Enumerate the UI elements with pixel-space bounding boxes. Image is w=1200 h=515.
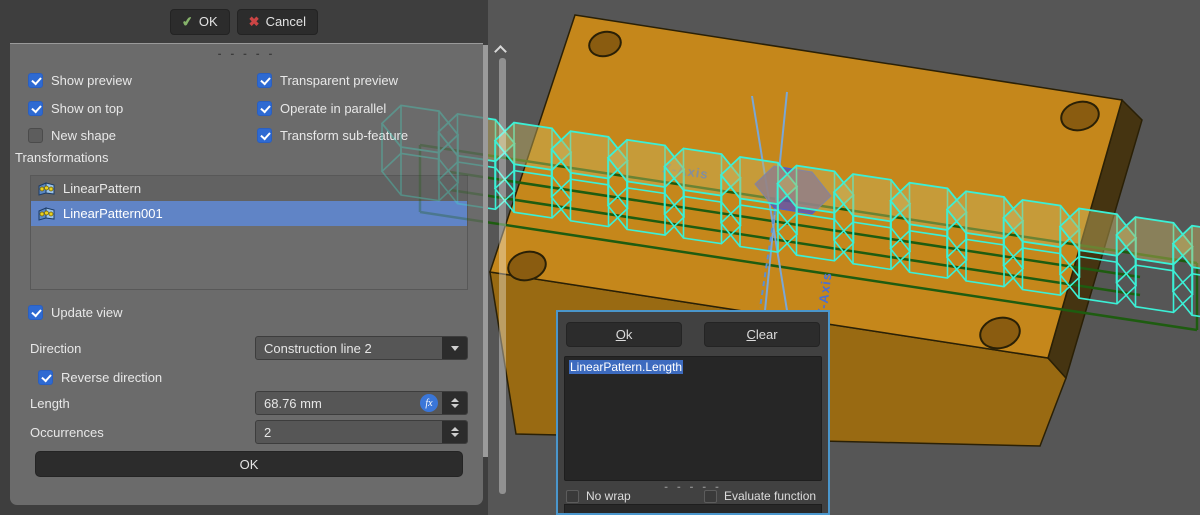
operate-in-parallel-row: Operate in parallel (257, 100, 386, 117)
transparent-preview-label: Transparent preview (280, 73, 398, 88)
expression-fx-icon[interactable]: fx (420, 394, 438, 412)
linear-pattern-icon (38, 181, 55, 196)
show-on-top-checkbox[interactable] (28, 101, 43, 116)
show-on-top-label: Show on top (51, 101, 123, 116)
transform-subfeature-checkbox[interactable] (257, 128, 272, 143)
cancel-x-icon: ✖ (249, 14, 260, 30)
spin-down-icon (451, 404, 459, 408)
cancel-button-label: Cancel (266, 14, 306, 29)
no-wrap-row: No wrap (566, 489, 631, 503)
ok-button-label: OK (199, 14, 218, 29)
linear-pattern-icon (38, 206, 55, 221)
spin-down-icon (451, 433, 459, 437)
popup-ok-button[interactable]: Ok (566, 322, 682, 347)
task-panel-area: ✔ OK ✖ Cancel - - - - - Show preview Tra… (0, 0, 488, 515)
list-item-linearpattern001[interactable]: LinearPattern001 (31, 201, 467, 226)
spin-up-icon (451, 398, 459, 402)
direction-combobox[interactable]: Construction line 2 (255, 336, 468, 360)
update-view-label: Update view (51, 305, 123, 320)
list-item-label: LinearPattern001 (63, 206, 163, 221)
evaluate-function-label: Evaluate function (724, 489, 816, 503)
new-shape-checkbox[interactable] (28, 128, 43, 143)
scroll-up-arrow-icon[interactable] (494, 44, 508, 56)
new-shape-row: New shape (28, 127, 116, 144)
update-view-checkbox[interactable] (28, 305, 43, 320)
popup-clear-button[interactable]: Clear (704, 322, 820, 347)
cancel-button[interactable]: ✖ Cancel (237, 9, 318, 35)
occurrences-input[interactable]: 2 (255, 420, 468, 444)
task-dialog-buttons: ✔ OK ✖ Cancel (0, 0, 488, 43)
operate-in-parallel-checkbox[interactable] (257, 101, 272, 116)
reverse-direction-row: Reverse direction (38, 369, 162, 386)
transparent-preview-checkbox[interactable] (257, 73, 272, 88)
update-view-row: Update view (28, 304, 123, 321)
length-label: Length (30, 396, 70, 411)
expression-selected-text: LinearPattern.Length (569, 360, 683, 374)
length-input[interactable]: 68.76 mm fx (255, 391, 468, 415)
ok-button[interactable]: ✔ OK (170, 9, 230, 35)
popup-result-area (564, 504, 822, 513)
chevron-down-icon (451, 346, 459, 351)
transform-subfeature-row: Transform sub-feature (257, 127, 408, 144)
spin-up-icon (451, 427, 459, 431)
length-spinner[interactable] (442, 392, 467, 414)
transform-subfeature-label: Transform sub-feature (280, 128, 408, 143)
show-preview-label: Show preview (51, 73, 132, 88)
operate-in-parallel-label: Operate in parallel (280, 101, 386, 116)
reverse-direction-label: Reverse direction (61, 370, 162, 385)
panel-scrollbar[interactable] (483, 45, 488, 457)
popup-ok-label: Ok (616, 327, 633, 342)
evaluate-function-checkbox[interactable] (704, 490, 717, 503)
no-wrap-label: No wrap (586, 489, 631, 503)
reverse-direction-checkbox[interactable] (38, 370, 53, 385)
linear-pattern-task-panel: - - - - - Show preview Transparent previ… (10, 43, 483, 505)
expression-text-area[interactable]: LinearPattern.Length (564, 356, 822, 481)
direction-label: Direction (30, 341, 81, 356)
transformations-list[interactable]: LinearPattern LinearPattern001 (30, 175, 468, 290)
freecad-window: X-AxisY-Axis ✔ OK ✖ Cancel - - - - - Sho… (0, 0, 1200, 515)
occurrences-value: 2 (256, 425, 442, 440)
evaluate-function-row: Evaluate function (704, 489, 816, 503)
show-preview-row: Show preview (28, 72, 132, 89)
list-item-label: LinearPattern (63, 181, 141, 196)
expression-editor-popup: Ok Clear LinearPattern.Length - - - - - … (556, 310, 830, 515)
length-value: 68.76 mm (256, 396, 420, 411)
new-shape-label: New shape (51, 128, 116, 143)
splitter-handle[interactable]: - - - - - (218, 48, 276, 60)
transparent-preview-row: Transparent preview (257, 72, 398, 89)
popup-clear-label: Clear (746, 327, 777, 342)
show-preview-checkbox[interactable] (28, 73, 43, 88)
no-wrap-checkbox[interactable] (566, 490, 579, 503)
overlay-scrollbar-thumb[interactable] (499, 58, 506, 494)
show-on-top-row: Show on top (28, 100, 123, 117)
direction-value: Construction line 2 (256, 341, 442, 356)
ok-check-icon: ✔ (181, 13, 194, 30)
occurrences-spinner[interactable] (442, 421, 467, 443)
list-item-linearpattern[interactable]: LinearPattern (31, 176, 467, 201)
panel-ok-button[interactable]: OK (35, 451, 463, 477)
transformations-label: Transformations (15, 150, 108, 165)
direction-dropdown-button[interactable] (442, 337, 467, 359)
occurrences-label: Occurrences (30, 425, 104, 440)
